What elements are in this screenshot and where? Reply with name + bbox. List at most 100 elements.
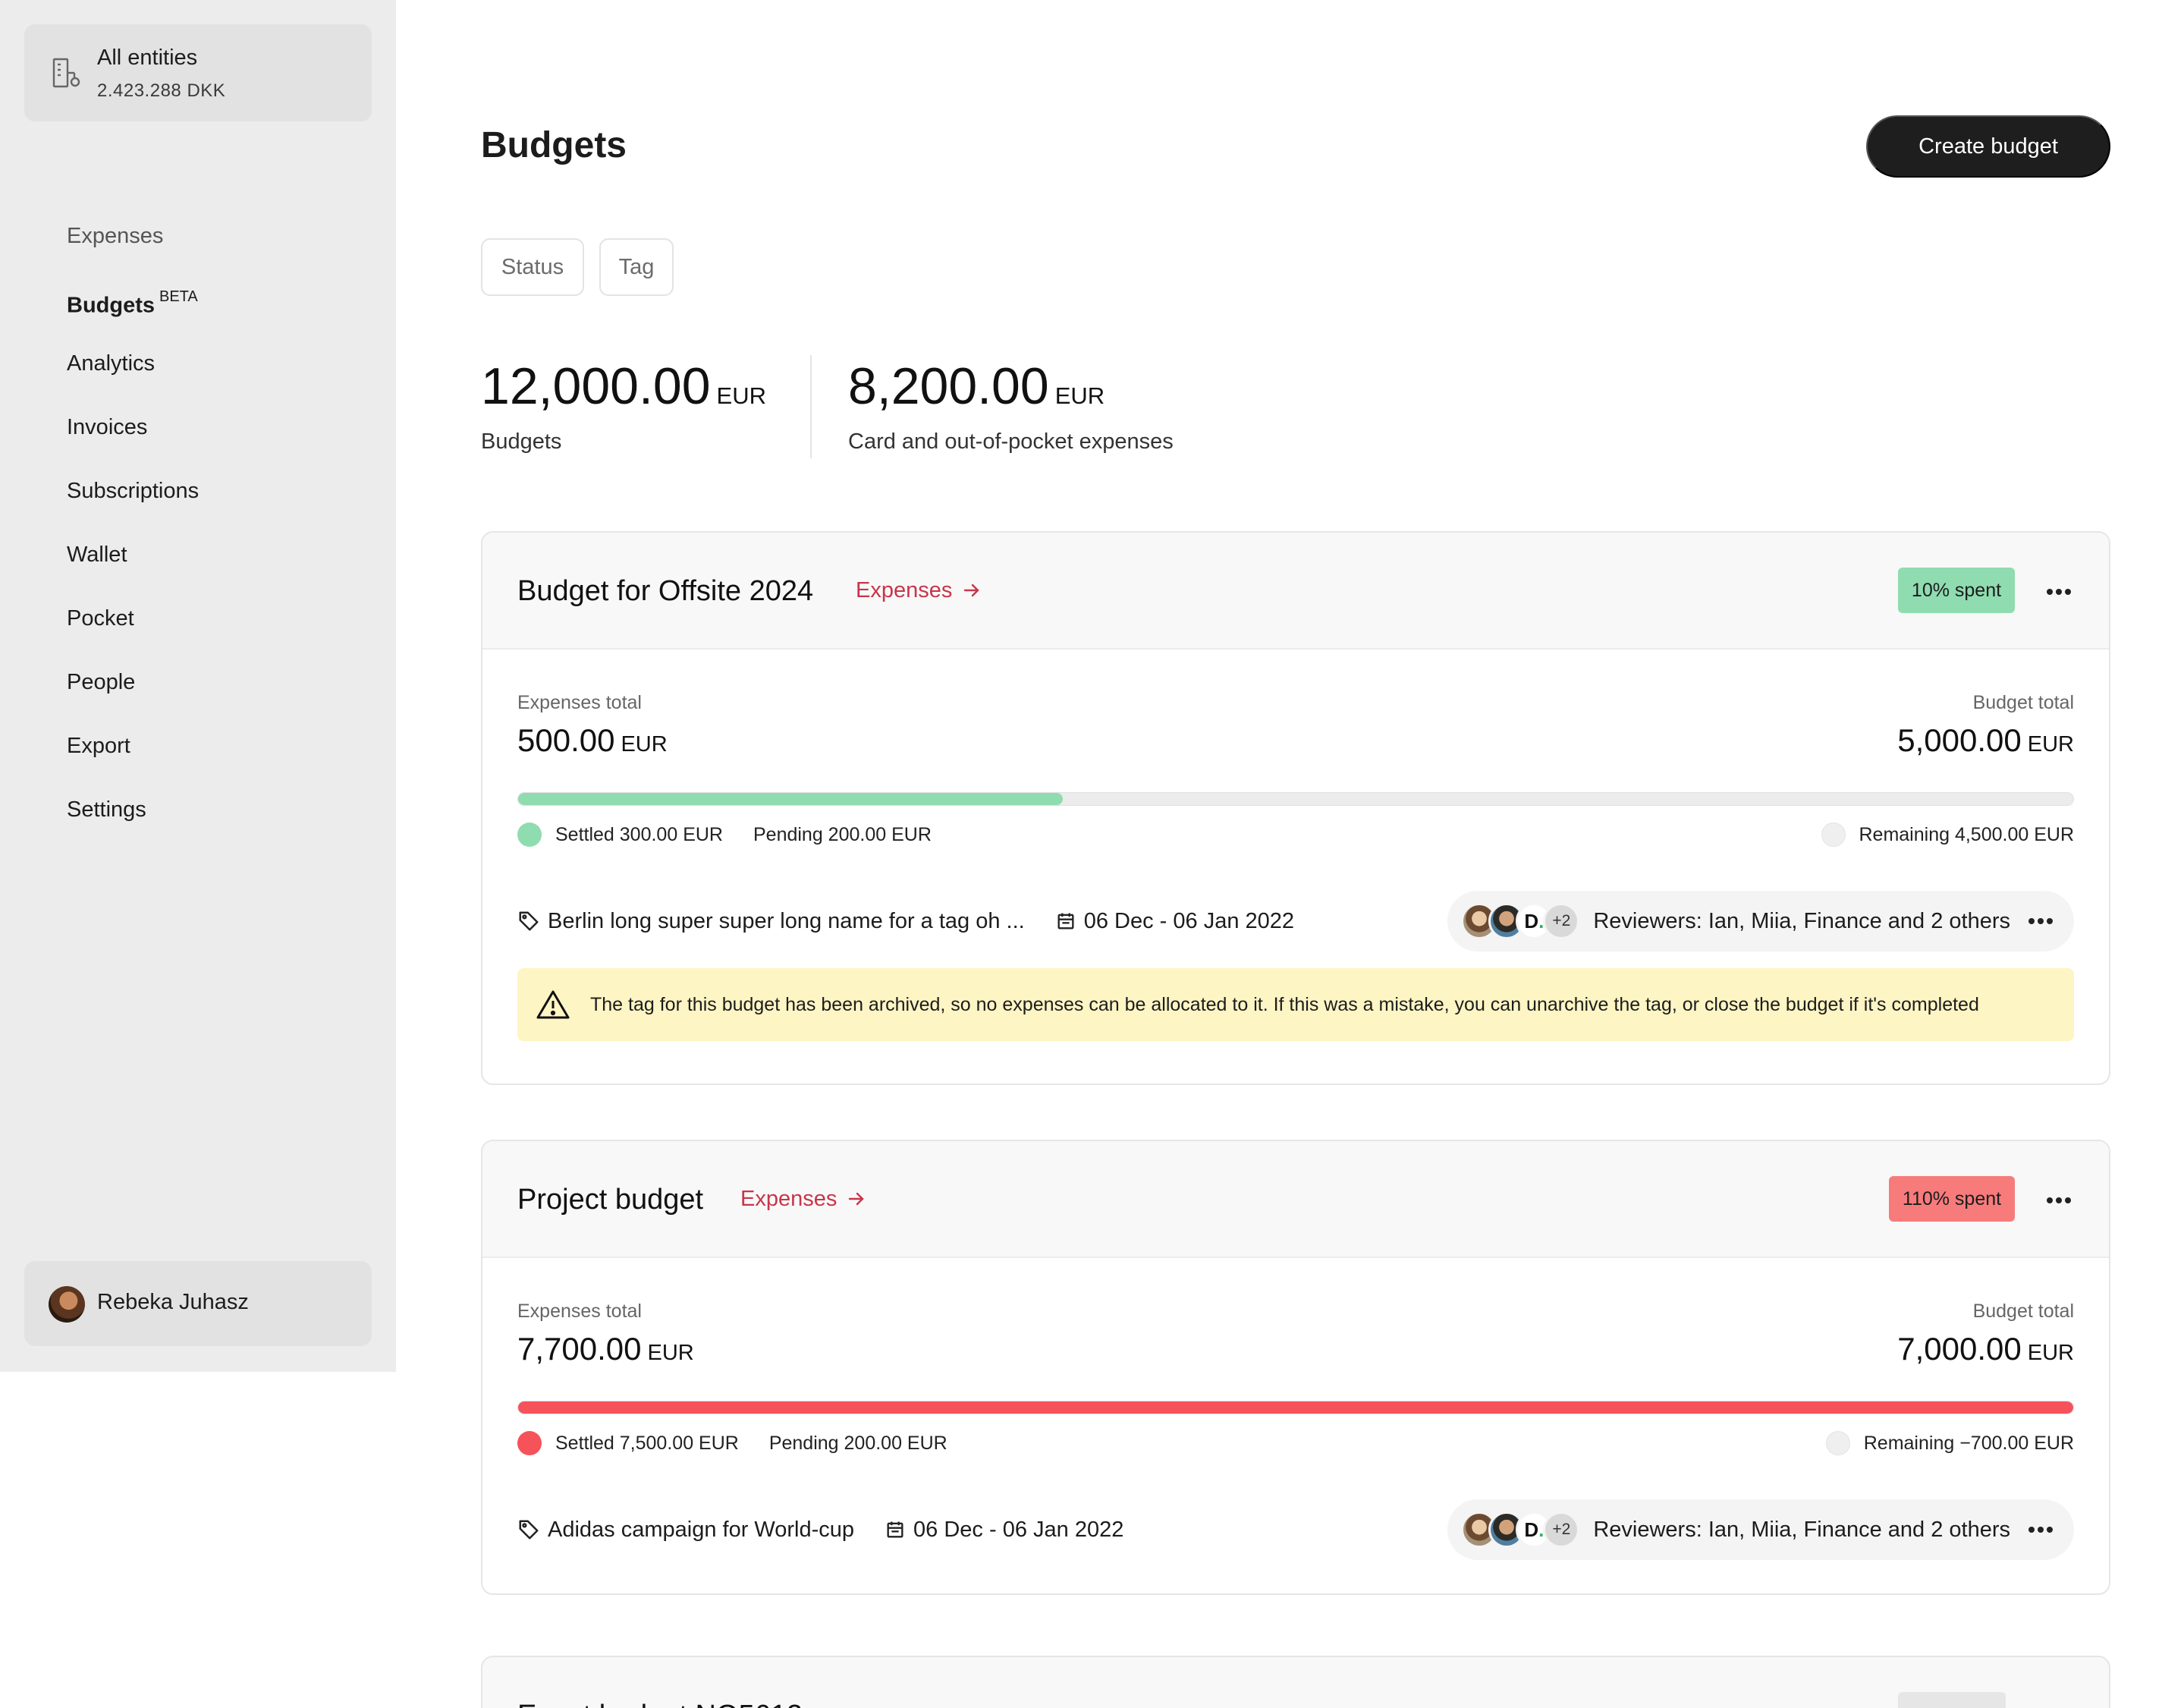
more-options-icon[interactable] xyxy=(2044,1185,2074,1216)
sidebar-item-label: Expenses xyxy=(67,224,164,248)
budget-tag[interactable]: Adidas campaign for World-cup xyxy=(548,1518,854,1543)
progress-bar xyxy=(517,1401,2074,1414)
sidebar-item-subscriptions[interactable]: Subscriptions xyxy=(67,475,199,539)
budget-card: Project budget Expenses 110% spent Expen… xyxy=(481,1140,2110,1595)
sidebar-item-invoices[interactable]: Invoices xyxy=(67,411,199,475)
stat-currency: EUR xyxy=(1054,382,1105,409)
more-options-icon[interactable] xyxy=(2025,1515,2056,1545)
stat-value: 8,200.00 xyxy=(848,357,1049,415)
legend-settled-pending: Settled 300.00 EUR Pending 200.00 EUR xyxy=(517,823,932,847)
user-menu[interactable]: Rebeka Juhasz xyxy=(24,1261,372,1346)
sidebar-item-label: Analytics xyxy=(67,351,156,376)
remaining-dot xyxy=(1825,1431,1850,1455)
amount-currency: EUR xyxy=(621,732,668,756)
calendar-icon xyxy=(887,1521,903,1538)
settled-amount: Settled 300.00 EUR xyxy=(555,823,723,845)
sidebar-item-export[interactable]: Export xyxy=(67,730,199,794)
more-options-icon[interactable] xyxy=(2044,577,2074,607)
amount-currency: EUR xyxy=(2027,732,2074,756)
sidebar-item-people[interactable]: People xyxy=(67,666,199,730)
reviewers-pill[interactable]: D. +2 Reviewers: Ian, Miia, Finance and … xyxy=(1447,891,2074,952)
sidebar-item-label: Settings xyxy=(67,797,146,822)
tag-icon xyxy=(519,1520,539,1540)
budget-dates: 06 Dec - 06 Jan 2022 xyxy=(913,1517,1124,1542)
reviewers-text: Reviewers: Ian, Miia, Finance and 2 othe… xyxy=(1593,908,2010,933)
calendar-icon xyxy=(1057,913,1074,929)
user-name: Rebeka Juhasz xyxy=(97,1290,249,1314)
budget-total-label: Budget total xyxy=(1972,692,2074,713)
sidebar-item-pocket[interactable]: Pocket xyxy=(67,602,199,666)
remaining-dot xyxy=(1821,823,1846,847)
arrow-right-icon xyxy=(849,1192,865,1206)
remaining-amount: Remaining −700.00 EUR xyxy=(1863,1432,2074,1454)
amount-value: 7,700.00 xyxy=(517,1331,642,1367)
sidebar-nav: Expenses Budgets BETA Analytics Invoices … xyxy=(67,220,199,857)
budget-dates-wrap: 06 Dec - 06 Jan 2022 xyxy=(1055,909,1294,934)
sidebar-item-analytics[interactable]: Analytics xyxy=(67,348,199,411)
expenses-total: 500.00 EUR xyxy=(517,722,668,759)
warning-icon xyxy=(536,990,570,1019)
expenses-total-label: Expenses total xyxy=(517,692,642,713)
settled-amount: Settled 7,500.00 EUR xyxy=(555,1432,739,1454)
amount-value: 5,000.00 xyxy=(1897,722,2022,758)
expenses-link[interactable]: Expenses xyxy=(856,578,981,603)
reviewers-text: Reviewers: Ian, Miia, Finance and 2 othe… xyxy=(1593,1517,2010,1542)
sidebar-item-label: Invoices xyxy=(67,415,148,439)
sidebar-item-wallet[interactable]: Wallet xyxy=(67,539,199,602)
sidebar-item-expenses[interactable]: Expenses xyxy=(67,220,199,284)
pending-amount: Pending 200.00 EUR xyxy=(753,823,932,845)
warning-text: The tag for this budget has been archive… xyxy=(590,993,1979,1015)
budget-total: 7,000.00 EUR xyxy=(1897,1331,2074,1367)
spent-badge xyxy=(1898,1692,2006,1708)
budget-card-header: Budget for Offsite 2024 Expenses 10% spe… xyxy=(482,533,2109,650)
sidebar-item-settings[interactable]: Settings xyxy=(67,794,199,857)
create-budget-button[interactable]: Create budget xyxy=(1866,115,2110,178)
progress-fill xyxy=(518,1401,2073,1414)
arrow-right-icon xyxy=(964,583,980,597)
entity-balance: 2.423.288 DKK xyxy=(97,80,226,101)
budget-title: Project budget xyxy=(517,1184,704,1216)
expenses-total: 7,700.00 EUR xyxy=(517,1331,694,1367)
reviewer-initial: D xyxy=(1524,909,1539,933)
tag-filter[interactable]: Tag xyxy=(599,238,674,296)
entity-switcher[interactable]: All entities 2.423.288 DKK xyxy=(24,24,372,121)
stat-divider xyxy=(810,355,812,458)
remaining-amount: Remaining 4,500.00 EUR xyxy=(1859,823,2075,845)
reviewer-count: +2 xyxy=(1543,1511,1580,1548)
budget-card-header: Project budget Expenses 110% spent xyxy=(482,1141,2109,1258)
legend-settled-pending: Settled 7,500.00 EUR Pending 200.00 EUR xyxy=(517,1431,947,1455)
more-options-icon[interactable] xyxy=(2025,906,2056,936)
legend-remaining: Remaining 4,500.00 EUR xyxy=(1821,823,2075,847)
reviewers-pill[interactable]: D. +2 Reviewers: Ian, Miia, Finance and … xyxy=(1447,1499,2074,1560)
sidebar-item-label: Export xyxy=(67,734,130,758)
sidebar-item-label: Wallet xyxy=(67,543,127,567)
reviewer-initial: D xyxy=(1524,1518,1539,1541)
status-filter[interactable]: Status xyxy=(481,238,584,296)
tag-icon xyxy=(519,911,539,931)
reviewer-count: +2 xyxy=(1543,903,1580,939)
spent-badge: 110% spent xyxy=(1889,1176,2015,1222)
sidebar-item-label: Budgets xyxy=(67,293,155,318)
expenses-link[interactable]: Expenses xyxy=(740,1187,866,1212)
stat-currency: EUR xyxy=(716,382,766,409)
sidebar-item-budgets[interactable]: Budgets BETA xyxy=(67,284,199,348)
budget-meta: Berlin long super super long name for a … xyxy=(517,891,1294,952)
stat-label: Card and out-of-pocket expenses xyxy=(848,429,1174,454)
sidebar-item-label: Subscriptions xyxy=(67,479,200,503)
amount-value: 500.00 xyxy=(517,722,615,758)
beta-badge: BETA xyxy=(159,288,198,305)
stat-expenses: 8,200.00 EUR Card and out-of-pocket expen… xyxy=(848,357,1174,455)
sidebar-item-label: People xyxy=(67,670,136,694)
expenses-total-label: Expenses total xyxy=(517,1301,642,1322)
budget-dates-wrap: 06 Dec - 06 Jan 2022 xyxy=(885,1518,1123,1543)
budget-total-label: Budget total xyxy=(1972,1301,2074,1322)
settled-dot xyxy=(517,823,542,847)
spent-badge: 10% spent xyxy=(1898,568,2015,613)
archived-tag-warning: The tag for this budget has been archive… xyxy=(517,968,2074,1041)
budget-dates: 06 Dec - 06 Jan 2022 xyxy=(1083,908,1295,933)
entity-title: All entities xyxy=(97,46,198,70)
budget-total: 5,000.00 EUR xyxy=(1897,722,2074,759)
budget-tag[interactable]: Berlin long super super long name for a … xyxy=(548,909,1025,934)
building-icon xyxy=(52,58,80,88)
budget-card-peek: Event budget NO5612 xyxy=(481,1656,2110,1708)
